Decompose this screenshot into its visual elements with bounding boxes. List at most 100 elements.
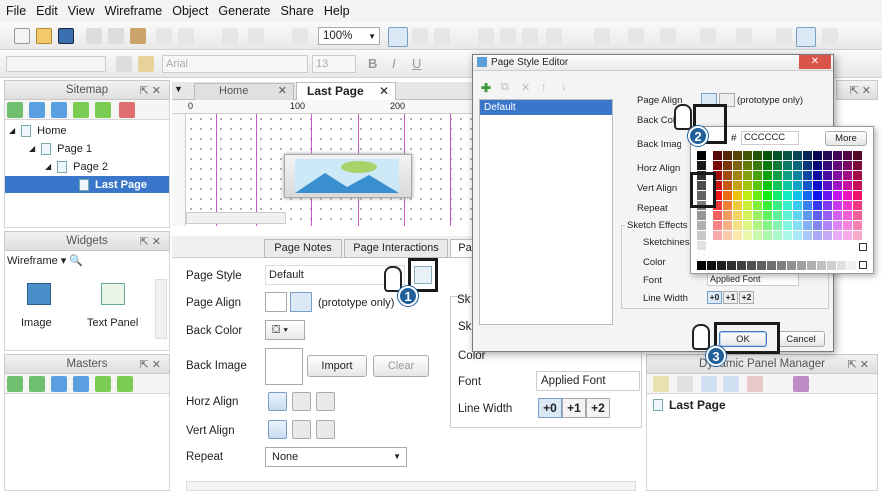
color-swatch[interactable] [743,231,752,240]
color-swatch[interactable] [833,161,842,170]
outdent-icon[interactable] [117,376,133,392]
color-swatch[interactable] [843,201,852,210]
text-style-icon[interactable] [116,56,132,72]
color-swatch[interactable] [803,211,812,220]
image-widget[interactable] [284,154,412,198]
duplicate-state-icon[interactable] [677,376,693,392]
color-swatch[interactable] [753,221,762,230]
color-swatch[interactable] [743,161,752,170]
color-swatch[interactable] [853,201,862,210]
color-swatch[interactable] [793,231,802,240]
delete-style-icon[interactable]: ✕ [521,81,530,94]
format-painter-icon[interactable] [222,28,238,44]
gray-swatch[interactable] [747,261,756,270]
color-swatch[interactable] [813,151,822,160]
color-swatch[interactable] [793,201,802,210]
color-swatch[interactable] [793,171,802,180]
color-swatch[interactable] [823,201,832,210]
color-swatch[interactable] [783,231,792,240]
color-swatch[interactable] [783,161,792,170]
transparent-swatch[interactable] [859,261,867,269]
color-swatch[interactable] [773,211,782,220]
gray-swatch[interactable] [817,261,826,270]
color-swatch[interactable] [763,201,772,210]
color-swatch[interactable] [723,221,732,230]
color-swatch[interactable] [823,231,832,240]
add-style-icon[interactable]: ✚ [481,81,491,95]
gray-swatch[interactable] [697,151,706,160]
panel-controls-icon[interactable]: ⇱ ✕ [850,84,872,97]
color-swatch[interactable] [753,181,762,190]
gray-swatch[interactable] [697,231,706,240]
color-swatch[interactable] [823,151,832,160]
arrow-style-icon[interactable] [736,28,752,44]
color-swatch-grid[interactable] [713,151,863,249]
color-swatch[interactable] [793,191,802,200]
color-swatch[interactable] [723,191,732,200]
color-swatch[interactable] [833,221,842,230]
color-swatch[interactable] [803,181,812,190]
add-page-icon[interactable] [7,102,23,118]
color-swatch[interactable] [753,191,762,200]
color-swatch[interactable] [743,191,752,200]
color-swatch[interactable] [803,171,812,180]
color-swatch[interactable] [723,171,732,180]
color-swatch[interactable] [853,221,862,230]
color-swatch[interactable] [763,191,772,200]
spellcheck-icon[interactable] [292,28,308,44]
color-swatch[interactable] [753,171,762,180]
align-left-icon[interactable] [776,28,792,44]
color-swatch[interactable] [843,211,852,220]
font-size-select[interactable]: 13 [312,55,356,73]
select-mode-icon[interactable] [388,27,408,47]
gray-swatch[interactable] [767,261,776,270]
color-swatch[interactable] [753,211,762,220]
align-center-icon[interactable] [796,27,816,47]
share-icon[interactable] [546,28,562,44]
color-swatch[interactable] [713,231,722,240]
color-swatch[interactable] [753,231,762,240]
pointer-icon[interactable] [248,28,264,44]
color-swatch[interactable] [803,221,812,230]
move-down-icon[interactable] [723,376,739,392]
move-down-icon[interactable] [73,376,89,392]
flow-icon[interactable] [434,28,450,44]
align-right-icon[interactable] [822,28,838,44]
connector-icon[interactable] [412,28,428,44]
move-down-icon[interactable]: ↓ [561,81,567,93]
gray-swatch[interactable] [727,261,736,270]
brush-icon[interactable] [138,56,154,72]
color-swatch[interactable] [823,171,832,180]
line-width-plus1[interactable]: +1 [562,398,586,418]
color-swatch[interactable] [813,201,822,210]
tab-menu-icon[interactable]: ▼ [174,84,190,98]
gray-swatch[interactable] [777,261,786,270]
color-swatch[interactable] [783,171,792,180]
copy-icon[interactable] [108,28,124,44]
color-swatch[interactable] [733,161,742,170]
color-swatch[interactable] [763,161,772,170]
gray-swatch[interactable] [697,261,706,270]
color-swatch[interactable] [763,181,772,190]
color-swatch[interactable] [783,151,792,160]
add-state-icon[interactable] [653,376,669,392]
color-swatch[interactable] [773,231,782,240]
new-file-icon[interactable] [14,28,30,44]
line-color-icon[interactable] [628,28,644,44]
color-swatch[interactable] [773,161,782,170]
gray-swatch[interactable] [827,261,836,270]
editor-lw-plus2[interactable]: +2 [739,291,754,304]
panel-controls-icon[interactable]: ⇱ ✕ [140,235,162,248]
cut-icon[interactable] [86,28,102,44]
color-swatch[interactable] [733,181,742,190]
tree-item-page1[interactable]: ◢ Page 1 [29,140,92,157]
color-swatch[interactable] [823,161,832,170]
color-swatch[interactable] [743,181,752,190]
color-swatch[interactable] [743,171,752,180]
color-swatch[interactable] [813,171,822,180]
line-pattern-icon[interactable] [700,28,716,44]
publish-icon[interactable] [478,28,494,44]
color-swatch[interactable] [793,161,802,170]
color-swatch[interactable] [763,231,772,240]
color-swatch[interactable] [723,181,732,190]
